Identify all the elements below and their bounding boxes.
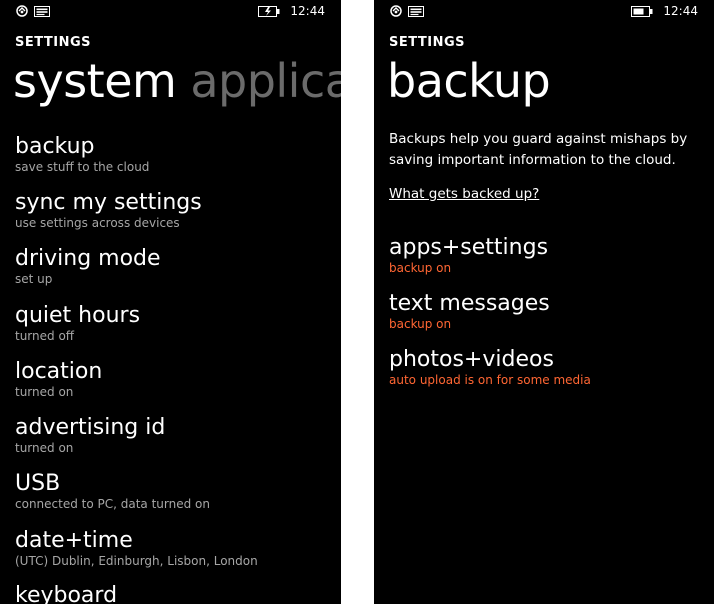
pivot-tab-system[interactable]: system xyxy=(13,54,177,108)
battery-charging-icon xyxy=(258,5,280,17)
status-bar: 12:44 xyxy=(374,0,714,24)
settings-item-keyboard[interactable]: keyboard xyxy=(15,583,117,604)
clock: 12:44 xyxy=(290,4,325,18)
backup-description: Backups help you guard against mishaps b… xyxy=(389,131,688,168)
settings-item-driving-mode[interactable]: driving mode set up xyxy=(15,246,161,286)
item-subtitle: turned on xyxy=(15,441,74,455)
item-title: USB xyxy=(15,471,61,496)
item-title: date+time xyxy=(15,528,133,553)
item-title: apps+settings xyxy=(389,235,549,260)
page-title: backup xyxy=(387,54,551,108)
what-gets-backed-up-link[interactable]: What gets backed up? xyxy=(389,186,539,202)
item-subtitle: (UTC) Dublin, Edinburgh, Lisbon, London xyxy=(15,554,258,568)
item-status: backup on xyxy=(389,317,452,331)
settings-item-date-time[interactable]: date+time (UTC) Dublin, Edinburgh, Lisbo… xyxy=(15,528,258,568)
item-subtitle: set up xyxy=(15,272,53,286)
settings-item-backup[interactable]: backup save stuff to the cloud xyxy=(15,134,149,174)
message-icon xyxy=(408,5,424,17)
item-title: quiet hours xyxy=(15,303,141,328)
settings-item-sync-my-settings[interactable]: sync my settings use settings across dev… xyxy=(15,190,202,230)
data-sync-icon xyxy=(390,5,402,17)
pivot-header: systemapplications xyxy=(13,54,341,108)
system-settings-screen: 12:44 SETTINGS systemapplications backup… xyxy=(0,0,341,604)
settings-item-quiet-hours[interactable]: quiet hours turned off xyxy=(15,303,140,343)
pivot-tab-applications[interactable]: applications xyxy=(190,54,341,108)
section-title: SETTINGS xyxy=(389,35,466,50)
item-subtitle: turned off xyxy=(15,329,75,343)
backup-item-apps-settings[interactable]: apps+settings backup on xyxy=(389,235,548,275)
item-subtitle: use settings across devices xyxy=(15,216,180,230)
item-subtitle: turned on xyxy=(15,385,74,399)
item-title: keyboard xyxy=(15,583,118,604)
message-icon xyxy=(34,5,50,17)
item-title: backup xyxy=(15,134,95,159)
settings-item-location[interactable]: location turned on xyxy=(15,359,102,399)
item-subtitle: connected to PC, data turned on xyxy=(15,497,210,511)
item-title: text messages xyxy=(389,291,550,316)
data-sync-icon xyxy=(16,5,28,17)
item-status: auto upload is on for some media xyxy=(389,373,591,387)
item-title: driving mode xyxy=(15,246,161,271)
backup-item-text-messages[interactable]: text messages backup on xyxy=(389,291,550,331)
section-title: SETTINGS xyxy=(15,35,92,50)
item-title: advertising id xyxy=(15,415,166,440)
backup-item-photos-videos[interactable]: photos+videos auto upload is on for some… xyxy=(389,347,591,387)
settings-item-usb[interactable]: USB connected to PC, data turned on xyxy=(15,471,210,511)
item-status: backup on xyxy=(389,261,452,275)
item-title: photos+videos xyxy=(389,347,554,372)
item-title: sync my settings xyxy=(15,190,202,215)
battery-icon xyxy=(631,5,653,17)
item-subtitle: save stuff to the cloud xyxy=(15,160,150,174)
item-title: location xyxy=(15,359,103,384)
clock: 12:44 xyxy=(663,4,698,18)
backup-settings-screen: 12:44 SETTINGS backup Backups help you g… xyxy=(374,0,714,604)
status-bar: 12:44 xyxy=(0,0,341,24)
settings-item-advertising-id[interactable]: advertising id turned on xyxy=(15,415,165,455)
